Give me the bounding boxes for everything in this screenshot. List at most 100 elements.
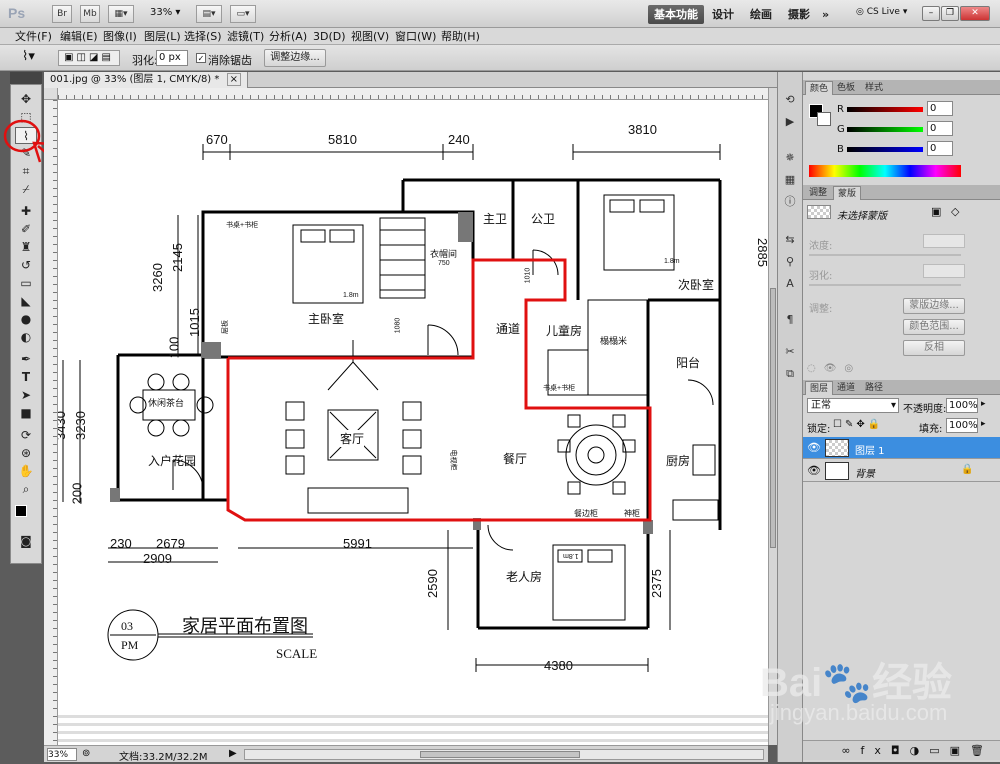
menu-image[interactable]: 图像(I)	[100, 29, 140, 44]
view-extras-button[interactable]: ▦▾	[108, 5, 134, 23]
shape-tool-icon[interactable]: ■	[15, 405, 37, 422]
pixel-mask-icon[interactable]: ▣	[931, 205, 941, 218]
menu-window[interactable]: 窗口(W)	[392, 29, 439, 44]
menu-analysis[interactable]: 分析(A)	[266, 29, 310, 44]
actions-icon[interactable]: ▶	[781, 114, 799, 130]
move-tool-icon[interactable]: ✥	[15, 91, 37, 108]
antialias-checkbox[interactable]: ✓	[196, 53, 206, 63]
layer-row[interactable]: 👁 图层 1	[803, 437, 1000, 459]
b-slider[interactable]	[847, 147, 923, 152]
quick-mask-icon[interactable]: ◙	[15, 533, 37, 550]
status-zoom[interactable]: 33%	[47, 748, 77, 761]
hand-tool-icon[interactable]: ✋	[15, 463, 37, 480]
info-icon[interactable]: ⓘ	[781, 194, 799, 210]
vertical-scrollbar[interactable]	[768, 88, 777, 745]
r-slider[interactable]	[847, 107, 923, 112]
zoom-level-dropdown[interactable]: 33% ▾	[150, 7, 180, 18]
ruler-origin[interactable]	[44, 88, 58, 100]
menu-select[interactable]: 选择(S)	[181, 29, 225, 44]
color-background-swatch[interactable]	[817, 112, 831, 126]
mask-edge-button[interactable]: 蒙版边缘...	[903, 298, 965, 314]
tab-masks[interactable]: 蒙版	[833, 186, 862, 200]
menu-filter[interactable]: 滤镜(T)	[224, 29, 267, 44]
bridge-button[interactable]: Br	[52, 5, 72, 23]
3d-orbit-tool-icon[interactable]: ⊛	[15, 445, 37, 462]
status-icon[interactable]: ⊚	[82, 748, 90, 759]
color-range-button[interactable]: 颜色范围...	[903, 319, 965, 335]
menu-3d[interactable]: 3D(D)	[310, 29, 349, 44]
paragraph-icon[interactable]: ¶	[781, 312, 799, 328]
paint-bucket-tool-icon[interactable]: ◣	[15, 293, 37, 310]
polygon-lasso-preset-icon[interactable]: ⌇▾	[22, 49, 35, 64]
layer-name[interactable]: 图层 1	[855, 442, 885, 457]
scroll-thumb[interactable]	[770, 288, 776, 548]
layer-comps-icon[interactable]: ⧉	[781, 366, 799, 382]
feather-mask-input[interactable]	[923, 264, 965, 278]
menu-view[interactable]: 视图(V)	[348, 29, 392, 44]
type-tool-icon[interactable]: T	[15, 369, 37, 386]
tab-color[interactable]: 颜色	[805, 81, 834, 95]
tab-channels[interactable]: 通道	[833, 381, 859, 395]
fill-arrow-icon[interactable]: ▸	[981, 419, 986, 429]
character-icon[interactable]: A	[781, 276, 799, 292]
menu-edit[interactable]: 编辑(E)	[57, 29, 101, 44]
invert-button[interactable]: 反相	[903, 340, 965, 356]
refine-edge-button[interactable]: 调整边缘...	[264, 49, 326, 67]
arrange-documents-button[interactable]: ▤▾	[196, 5, 222, 23]
density-input[interactable]	[923, 234, 965, 248]
mask-footer-icons[interactable]: ◌👁◎	[807, 363, 861, 374]
blend-mode-select[interactable]: 正常 ▾	[807, 398, 899, 413]
cs-live-button[interactable]: ◎ CS Live ▾	[856, 7, 907, 17]
layers-footer-icons[interactable]: ∞fx◘◑▭▣🗑	[803, 740, 1000, 760]
workspace-photography[interactable]: 摄影	[782, 5, 816, 24]
screen-mode-button[interactable]: ▭▾	[230, 5, 256, 23]
g-value-input[interactable]: 0	[927, 121, 953, 136]
tab-adjustments[interactable]: 调整	[805, 186, 831, 200]
document-tab[interactable]: 001.jpg @ 33% (图层 1, CMYK/8) * ×	[44, 72, 248, 88]
status-menu-arrow-icon[interactable]: ▶	[229, 748, 237, 759]
tab-paths[interactable]: 路径	[861, 381, 887, 395]
color-spectrum-bar[interactable]	[809, 165, 961, 177]
fill-input[interactable]: 100%	[946, 418, 978, 433]
foreground-color-swatch[interactable]	[15, 505, 27, 517]
history-icon[interactable]: ⟲	[781, 92, 799, 108]
b-value-input[interactable]: 0	[927, 141, 953, 156]
clone-source-icon[interactable]: ⇆	[781, 232, 799, 248]
history-brush-tool-icon[interactable]: ↺	[15, 257, 37, 274]
brushes-icon[interactable]: ✵	[781, 150, 799, 166]
selection-mode-buttons[interactable]: ▣◫◪▤	[58, 50, 120, 66]
menu-file[interactable]: 文件(F)	[12, 29, 55, 44]
3d-rotate-tool-icon[interactable]: ⟳	[15, 427, 37, 444]
menu-layer[interactable]: 图层(L)	[141, 29, 184, 44]
layer-name[interactable]: 背景	[855, 465, 875, 480]
g-slider[interactable]	[847, 127, 923, 132]
menu-help[interactable]: 帮助(H)	[438, 29, 483, 44]
opacity-arrow-icon[interactable]: ▸	[981, 399, 986, 409]
visibility-eye-icon[interactable]: 👁	[807, 464, 821, 477]
document-canvas[interactable]: 670 5810 240 3810 3260 2145 1015 100 343…	[58, 100, 768, 745]
tools-icon[interactable]: ✂	[781, 344, 799, 360]
tab-swatches[interactable]: 色板	[833, 81, 859, 95]
zoom-tool-icon[interactable]: ⌕	[15, 481, 37, 498]
workspace-essentials[interactable]: 基本功能	[648, 5, 704, 24]
more-workspaces-button[interactable]: »	[816, 5, 835, 24]
layer-row[interactable]: 👁 背景 🔒	[803, 460, 1000, 482]
restore-button[interactable]: ❐	[941, 6, 959, 21]
horizontal-scrollbar[interactable]	[244, 749, 764, 760]
tab-layers[interactable]: 图层	[805, 381, 834, 395]
tab-styles[interactable]: 样式	[861, 81, 887, 95]
density-slider[interactable]	[809, 254, 961, 256]
eraser-tool-icon[interactable]: ▭	[15, 275, 37, 292]
r-value-input[interactable]: 0	[927, 101, 953, 116]
workspace-design[interactable]: 设计	[706, 5, 740, 24]
vector-mask-icon[interactable]: ◇	[951, 205, 959, 218]
opacity-input[interactable]: 100%	[946, 398, 978, 413]
feather-mask-slider[interactable]	[809, 284, 961, 286]
blur-tool-icon[interactable]: ●	[15, 311, 37, 328]
mini-bridge-button[interactable]: Mb	[80, 5, 100, 23]
close-document-icon[interactable]: ×	[226, 73, 241, 86]
lock-icons[interactable]: ☐✎✥🔒	[833, 419, 883, 430]
pen-tool-icon[interactable]: ✒	[15, 351, 37, 368]
close-button[interactable]: ✕	[960, 6, 990, 21]
dodge-tool-icon[interactable]: ◐	[15, 329, 37, 346]
